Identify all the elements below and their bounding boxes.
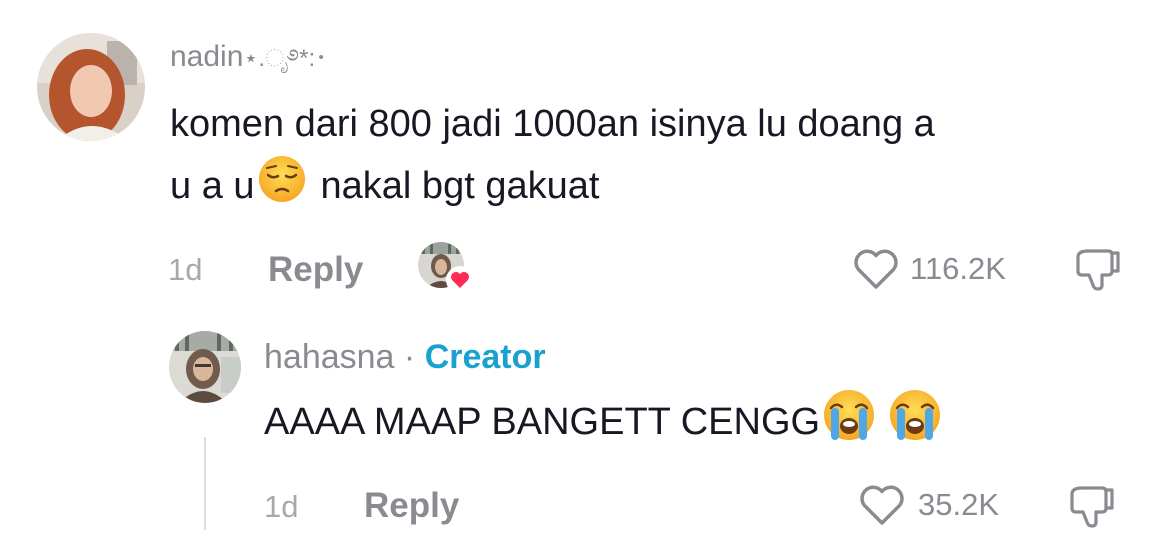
like-button[interactable] — [852, 247, 900, 291]
reply-username[interactable]: hahasna — [264, 338, 394, 376]
username-decoration: ⋆.ೃ࿔*:･ — [243, 45, 328, 72]
creator-avatar[interactable] — [169, 331, 241, 403]
creator-liked-indicator — [418, 242, 474, 294]
pensive-face-emoji — [257, 154, 307, 222]
username-text[interactable]: nadin — [170, 40, 243, 73]
comment-time: 1d — [168, 252, 203, 287]
creator-badge: Creator — [424, 338, 546, 376]
thumbs-down-icon — [1070, 486, 1114, 528]
reply-text: AAAA MAAP BANGETT CENGG — [264, 401, 821, 444]
reply-username-row: hahasna · Creator — [264, 340, 546, 374]
thumbs-down-icon — [1076, 249, 1120, 291]
loudly-crying-face-emoji — [888, 388, 942, 460]
comment-line-2-end: nakal bgt gakuat — [320, 165, 600, 208]
comment-line-2-start: u a u — [170, 165, 255, 208]
reply-reply-button[interactable]: Reply — [364, 488, 459, 523]
dislike-button[interactable] — [1072, 247, 1124, 293]
comment-line-1: komen dari 800 jadi 1000an isinya lu doa… — [170, 103, 935, 145]
commenter-avatar[interactable] — [37, 33, 145, 141]
comment-line-2: u a u nakal bgt gakuat — [170, 154, 935, 222]
comment-text: komen dari 800 jadi 1000an isinya lu doa… — [170, 94, 935, 222]
reply-time: 1d — [264, 489, 299, 524]
separator-dot: · — [403, 338, 416, 376]
reply-button[interactable]: Reply — [268, 252, 363, 287]
like-count: 116.2K — [910, 251, 1006, 286]
reply-text-row: AAAA MAAP BANGETT CENGG — [264, 388, 942, 460]
thread-line — [204, 437, 206, 530]
commenter-username[interactable]: nadin⋆.ೃ࿔*:･ — [170, 42, 327, 72]
reply-like-button[interactable] — [858, 483, 906, 527]
heart-outline-icon — [854, 249, 898, 289]
heart-filled-icon — [446, 266, 474, 294]
loudly-crying-face-emoji — [822, 388, 876, 460]
reply-dislike-button[interactable] — [1066, 484, 1118, 530]
heart-outline-icon — [860, 485, 904, 525]
reply-like-count: 35.2K — [918, 487, 1000, 522]
